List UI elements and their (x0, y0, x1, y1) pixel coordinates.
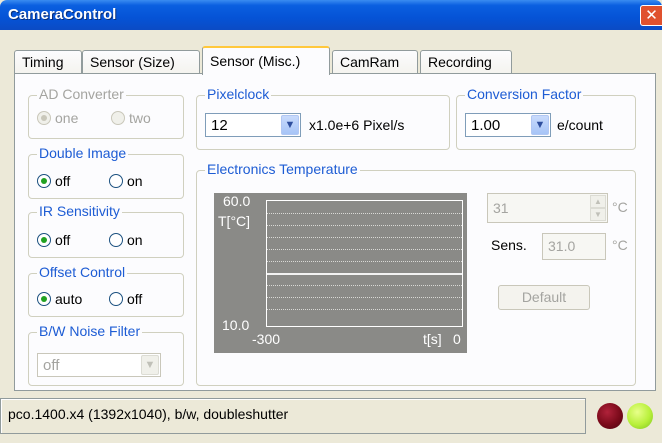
temperature-graph: 60.0 T[°C] 10.0 -300 t[s] 0 (214, 193, 467, 353)
status-bar: pco.1400.x4 (1392x1040), b/w, doubleshut… (0, 398, 586, 434)
select-value: off (43, 357, 60, 374)
chevron-down-icon: ▼ (281, 115, 299, 135)
status-text: pco.1400.x4 (1392x1040), b/w, doubleshut… (8, 406, 289, 422)
select-value: 12 (211, 117, 228, 134)
status-led-green (627, 403, 653, 429)
radio-label: two (129, 110, 151, 126)
pixelclock-group: Pixelclock 12 ▼ x1.0e+6 Pixel/s (196, 86, 450, 150)
radio-circle (37, 292, 51, 306)
tab-sensor-misc[interactable]: Sensor (Misc.) (202, 46, 330, 75)
offset-control-group: Offset Control auto off (28, 264, 184, 317)
radio-circle (37, 233, 51, 247)
x-unit-label: t[s] (423, 331, 442, 347)
grid-line (267, 213, 462, 214)
spin-up-icon[interactable]: ▲ (590, 195, 606, 208)
y-min-label: 10.0 (222, 317, 250, 333)
double-image-on-radio[interactable]: on (109, 173, 143, 189)
ad-converter-two-radio[interactable]: two (111, 110, 151, 126)
ir-sensitivity-on-radio[interactable]: on (109, 232, 143, 248)
tab-sensor-size[interactable]: Sensor (Size) (82, 50, 200, 74)
grid-line (267, 237, 462, 238)
double-image-group: Double Image off on (28, 145, 184, 199)
tab-timing[interactable]: Timing (14, 50, 82, 74)
close-icon[interactable]: ✕ (640, 5, 662, 26)
sens-field: 31.0 (542, 233, 606, 260)
setpoint-unit: °C (612, 199, 628, 215)
tab-label: Sensor (Size) (90, 54, 175, 70)
radio-label: on (127, 232, 143, 248)
radio-label: off (55, 173, 71, 189)
pixelclock-label: Pixelclock (205, 86, 272, 102)
bw-noise-filter-label: B/W Noise Filter (37, 323, 143, 339)
ir-sensitivity-group: IR Sensitivity off on (28, 203, 184, 258)
conversion-factor-group: Conversion Factor 1.00 ▼ e/count (456, 86, 636, 150)
double-image-label: Double Image (37, 145, 129, 161)
double-image-off-radio[interactable]: off (37, 173, 70, 189)
tab-label: Timing (22, 54, 64, 70)
conversion-factor-select[interactable]: 1.00 ▼ (465, 113, 551, 137)
bw-noise-filter-group: B/W Noise Filter off ▼ (28, 323, 184, 386)
temperature-setpoint-spinbox[interactable]: 31 ▲ ▼ (487, 193, 608, 223)
y-unit-label: T[°C] (218, 213, 251, 229)
default-button[interactable]: Default (498, 285, 590, 310)
spinbox-value: 31 (493, 200, 509, 216)
select-value: 1.00 (471, 117, 501, 134)
ad-converter-label: AD Converter (37, 86, 126, 102)
radio-circle (109, 174, 123, 188)
tab-label: Sensor (Misc.) (210, 53, 301, 69)
radio-label: off (127, 291, 143, 307)
radio-label: auto (55, 291, 83, 307)
status-led-red (597, 403, 623, 429)
x-min-label: -300 (252, 331, 281, 347)
radio-label: on (127, 173, 143, 189)
offset-control-auto-radio[interactable]: auto (37, 291, 82, 307)
grid-line (267, 309, 462, 310)
x-max-label: 0 (453, 331, 461, 347)
offset-control-label: Offset Control (37, 264, 128, 280)
radio-circle (111, 111, 125, 125)
tab-recording[interactable]: Recording (420, 50, 512, 74)
grid-line (267, 225, 462, 226)
pixelclock-unit: x1.0e+6 Pixel/s (309, 117, 405, 133)
electronics-temperature-label: Electronics Temperature (205, 161, 360, 177)
y-max-label: 60.0 (223, 193, 251, 209)
grid-line (267, 249, 462, 250)
sens-value: 31.0 (548, 238, 576, 254)
chevron-down-icon: ▼ (141, 355, 159, 375)
temperature-trace (267, 273, 462, 275)
radio-circle (109, 292, 123, 306)
temperature-plot-area (266, 200, 463, 327)
ir-sensitivity-label: IR Sensitivity (37, 203, 122, 219)
ad-converter-group: AD Converter one two (28, 86, 184, 139)
sens-label: Sens. (491, 237, 527, 253)
radio-circle (37, 174, 51, 188)
title-bar: CameraControl ✕ (0, 0, 662, 30)
ad-converter-one-radio[interactable]: one (37, 110, 78, 126)
conversion-factor-unit: e/count (557, 117, 603, 133)
window-title: CameraControl (8, 6, 117, 23)
grid-line (267, 285, 462, 286)
radio-label: one (55, 110, 79, 126)
tab-label: CamRam (340, 54, 400, 70)
grid-line (267, 261, 462, 262)
chevron-down-icon: ▼ (531, 115, 549, 135)
tab-label: Recording (428, 54, 492, 70)
conversion-factor-label: Conversion Factor (465, 86, 584, 102)
spin-down-icon[interactable]: ▼ (590, 208, 606, 221)
ir-sensitivity-off-radio[interactable]: off (37, 232, 70, 248)
pixelclock-select[interactable]: 12 ▼ (205, 113, 301, 137)
bw-noise-filter-select[interactable]: off ▼ (37, 353, 161, 377)
grid-line (267, 297, 462, 298)
radio-circle (37, 111, 51, 125)
tab-camram[interactable]: CamRam (332, 50, 418, 74)
offset-control-off-radio[interactable]: off (109, 291, 142, 307)
radio-label: off (55, 232, 71, 248)
radio-circle (109, 233, 123, 247)
sens-unit: °C (612, 237, 628, 253)
